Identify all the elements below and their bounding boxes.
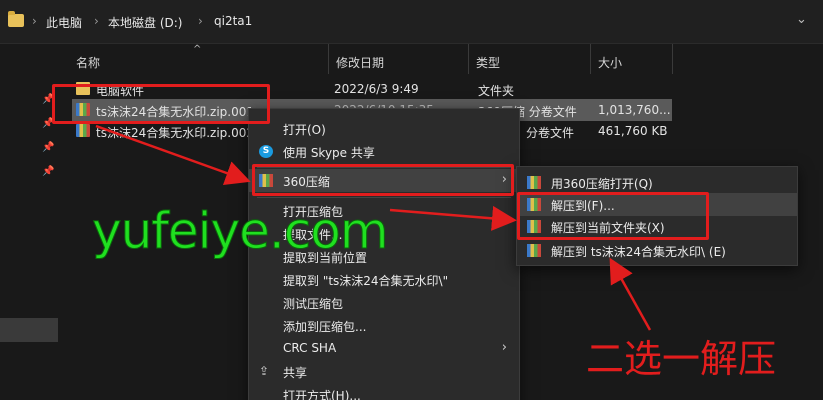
annotation-note: 二选一解压 [586,337,777,381]
arrow-to-360zip [95,124,251,185]
arrow-from-note [609,257,652,331]
arrow-to-extract [389,205,517,231]
watermark-text: yufeiye.com [92,202,390,261]
